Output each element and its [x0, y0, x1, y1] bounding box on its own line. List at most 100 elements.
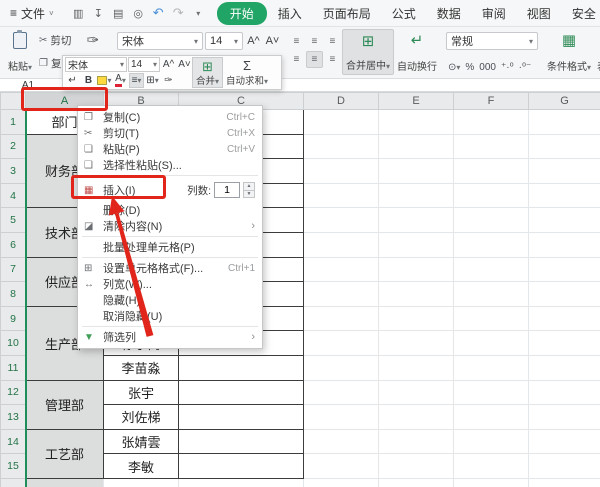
cell[interactable]	[378, 281, 454, 307]
tab-insert[interactable]: 插入	[268, 3, 312, 24]
tab-view[interactable]: 视图	[517, 3, 561, 24]
menu-item-insert[interactable]: ▦ 插入(I) 列数: ▲ ▼	[78, 178, 262, 202]
menu-item-batch-process[interactable]: 批量处理单元格(P)	[78, 239, 262, 255]
cell[interactable]	[303, 404, 379, 430]
cell[interactable]	[528, 354, 600, 381]
row-header[interactable]: 9	[0, 305, 26, 332]
menu-item-copy[interactable]: ❐ 复制(C) Ctrl+C	[78, 109, 262, 125]
select-all-corner[interactable]	[0, 92, 26, 110]
cell[interactable]	[178, 453, 304, 479]
cell[interactable]	[303, 428, 379, 455]
cell-name[interactable]: 张婧雲	[103, 428, 179, 455]
cell[interactable]	[453, 428, 529, 455]
cell[interactable]	[453, 109, 529, 135]
cell[interactable]	[453, 256, 529, 283]
row-header[interactable]: 4	[0, 182, 26, 209]
merge-center-button[interactable]: ⊞ 合并居中▾	[341, 29, 394, 75]
cell[interactable]	[25, 477, 104, 487]
row-header[interactable]: 8	[0, 281, 26, 307]
col-header-G[interactable]: G	[528, 92, 600, 110]
row-header[interactable]: 5	[0, 207, 26, 233]
menu-item-paste[interactable]: ❏ 粘贴(P) Ctrl+V	[78, 141, 262, 157]
menu-item-filter-column[interactable]: ▼ 筛选列 ›	[78, 329, 262, 345]
cell[interactable]	[453, 182, 529, 209]
fill-color-button[interactable]: ▾	[97, 73, 112, 88]
cell[interactable]	[103, 477, 179, 487]
cell[interactable]	[528, 158, 600, 184]
cell[interactable]	[178, 404, 304, 430]
cell[interactable]	[528, 305, 600, 332]
menu-item-paste-special[interactable]: ❑ 选择性粘贴(S)...	[78, 157, 262, 173]
print-preview-icon[interactable]: ◎	[130, 4, 147, 22]
cell[interactable]	[303, 207, 379, 233]
print-icon[interactable]: ▤	[110, 4, 127, 22]
align-right-icon[interactable]: ≡	[324, 51, 341, 68]
cell[interactable]	[453, 379, 529, 406]
col-header-D[interactable]: D	[303, 92, 379, 110]
decrease-font-icon[interactable]: A˅	[264, 33, 281, 50]
col-header-F[interactable]: F	[453, 92, 529, 110]
align-top-icon[interactable]: ≡	[288, 33, 305, 50]
align-center-button[interactable]: ≡ ▾	[129, 72, 144, 88]
insert-count-stepper[interactable]: ▲ ▼	[243, 182, 255, 198]
table-style-button[interactable]: ▥ 表格样式	[594, 29, 600, 75]
decrease-font-icon[interactable]: A˅	[177, 57, 192, 72]
cell[interactable]	[528, 453, 600, 479]
align-center-icon[interactable]: ≡	[305, 51, 323, 68]
menu-item-cut[interactable]: ✂ 剪切(T) Ctrl+X	[78, 125, 262, 141]
number-format-select[interactable]: 常规 ▾	[445, 32, 538, 50]
align-middle-icon[interactable]: ≡	[306, 33, 323, 50]
wrap-text-button[interactable]: ↵ 自动换行	[394, 29, 440, 75]
cell[interactable]	[378, 379, 454, 406]
tab-review[interactable]: 审阅	[472, 3, 516, 24]
comma-format-icon[interactable]: 000	[479, 62, 496, 73]
cell[interactable]	[378, 428, 454, 455]
cell[interactable]	[303, 330, 379, 356]
row-header[interactable]: 1	[0, 109, 26, 135]
cell-dept-craft[interactable]: 工艺部	[25, 428, 104, 479]
cell[interactable]	[378, 256, 454, 283]
quick-access-more-icon[interactable]: ▾	[190, 4, 207, 22]
name-box[interactable]: A1	[0, 80, 56, 91]
cell-name[interactable]: 刘佐梯	[103, 404, 179, 430]
cell[interactable]	[453, 404, 529, 430]
row-header[interactable]: 13	[0, 404, 26, 430]
cell[interactable]	[453, 281, 529, 307]
cut-button[interactable]: ✂ 剪切	[36, 32, 75, 49]
cell[interactable]	[528, 109, 600, 135]
mini-merge-button[interactable]: ⊞ 合并▾	[192, 57, 224, 88]
tab-home[interactable]: 开始	[216, 1, 267, 25]
cell[interactable]	[378, 404, 454, 430]
cell[interactable]	[378, 158, 454, 184]
cell[interactable]	[453, 330, 529, 356]
cell[interactable]	[528, 477, 600, 487]
save-icon[interactable]: ▥	[70, 4, 87, 22]
cell[interactable]	[378, 453, 454, 479]
cell[interactable]	[528, 379, 600, 406]
cell[interactable]	[378, 182, 454, 209]
cell[interactable]	[303, 109, 379, 135]
menu-item-clear-contents[interactable]: ◪ 清除内容(N) ›	[78, 218, 262, 234]
menu-item-format-cells[interactable]: ⊞ 设置单元格格式(F)... Ctrl+1	[78, 260, 262, 276]
row-header[interactable]: 16	[0, 477, 26, 487]
menu-item-delete[interactable]: 删除(D)	[78, 202, 262, 218]
row-header[interactable]: 10	[0, 330, 26, 356]
increase-font-icon[interactable]: A^	[245, 33, 262, 50]
cell[interactable]	[453, 477, 529, 487]
cell[interactable]	[453, 231, 529, 258]
row-header[interactable]: 7	[0, 256, 26, 283]
cell[interactable]	[303, 256, 379, 283]
cell-name[interactable]: 李苗淼	[103, 354, 179, 381]
cell-dept-management[interactable]: 管理部	[25, 379, 104, 430]
cell[interactable]	[453, 207, 529, 233]
wrap-text-icon[interactable]: ↵	[65, 73, 80, 88]
insert-count-input[interactable]	[214, 182, 240, 198]
tab-data[interactable]: 数据	[427, 3, 471, 24]
redo-icon[interactable]: ↷	[170, 4, 187, 22]
align-left-icon[interactable]: ≡	[288, 51, 305, 68]
row-header[interactable]: 12	[0, 379, 26, 406]
cell[interactable]	[453, 305, 529, 332]
paste-button[interactable]: 粘贴▾	[4, 29, 36, 75]
cell[interactable]	[378, 109, 454, 135]
mini-autosum-button[interactable]: Σ 自动求和▾	[223, 57, 271, 88]
